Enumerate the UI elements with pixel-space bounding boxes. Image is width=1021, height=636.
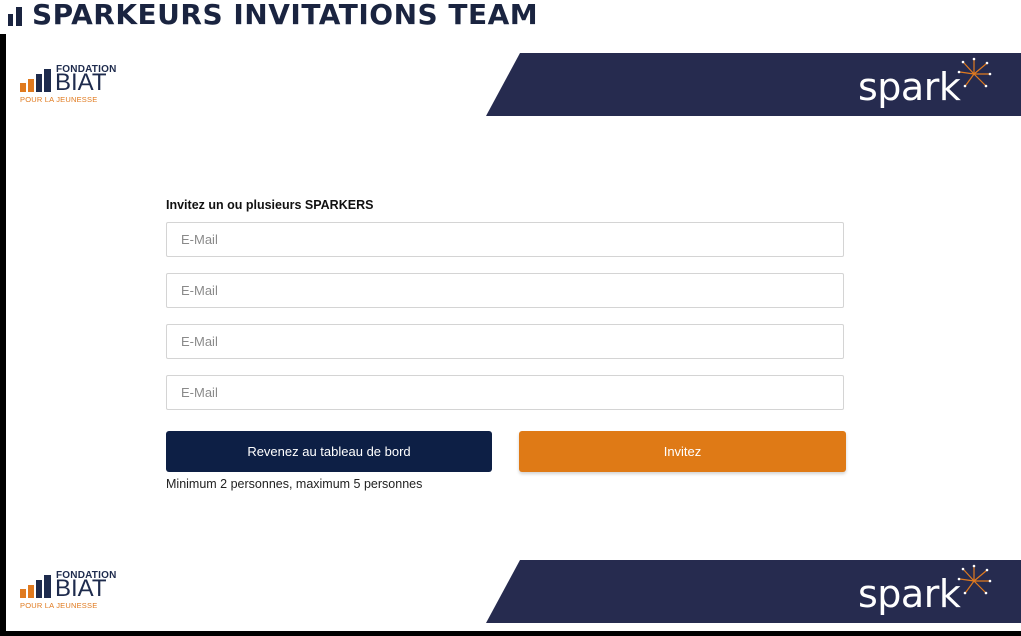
fondation-biat-logo: FONDATION BIAT POUR LA JEUNESSE [20, 62, 116, 106]
spark-logo-text: spark [858, 65, 961, 109]
window-frame-left [0, 0, 6, 636]
invite-button[interactable]: Invitez [519, 431, 846, 472]
biat-bars-icon [20, 69, 51, 92]
spark-logo-text: spark [858, 572, 961, 616]
email-field-3[interactable] [166, 324, 844, 359]
page-title: SPARKEURS INVITATIONS TEAM [32, 0, 539, 31]
biat-bars-icon [20, 575, 51, 598]
logo-tagline: POUR LA JEUNESSE [20, 601, 98, 610]
window-frame-bottom [0, 631, 1021, 636]
form-heading: Invitez un ou plusieurs SPARKERS [166, 198, 374, 212]
bar-chart-icon [8, 7, 22, 26]
title-bar: SPARKEURS INVITATIONS TEAM [0, 0, 1021, 34]
firework-icon [957, 57, 992, 88]
spark-banner-footer: spark [486, 560, 1021, 623]
spark-banner: spark [486, 53, 1021, 116]
email-field-2[interactable] [166, 273, 844, 308]
logo-tagline: POUR LA JEUNESSE [20, 95, 98, 104]
email-field-4[interactable] [166, 375, 844, 410]
invite-limit-hint: Minimum 2 personnes, maximum 5 personnes [166, 477, 423, 491]
firework-icon [957, 564, 992, 595]
back-to-dashboard-button[interactable]: Revenez au tableau de bord [166, 431, 492, 472]
logo-biat-text: BIAT [55, 69, 107, 96]
email-field-1[interactable] [166, 222, 844, 257]
fondation-biat-logo-footer: FONDATION BIAT POUR LA JEUNESSE [20, 568, 116, 612]
logo-biat-text: BIAT [55, 575, 107, 602]
